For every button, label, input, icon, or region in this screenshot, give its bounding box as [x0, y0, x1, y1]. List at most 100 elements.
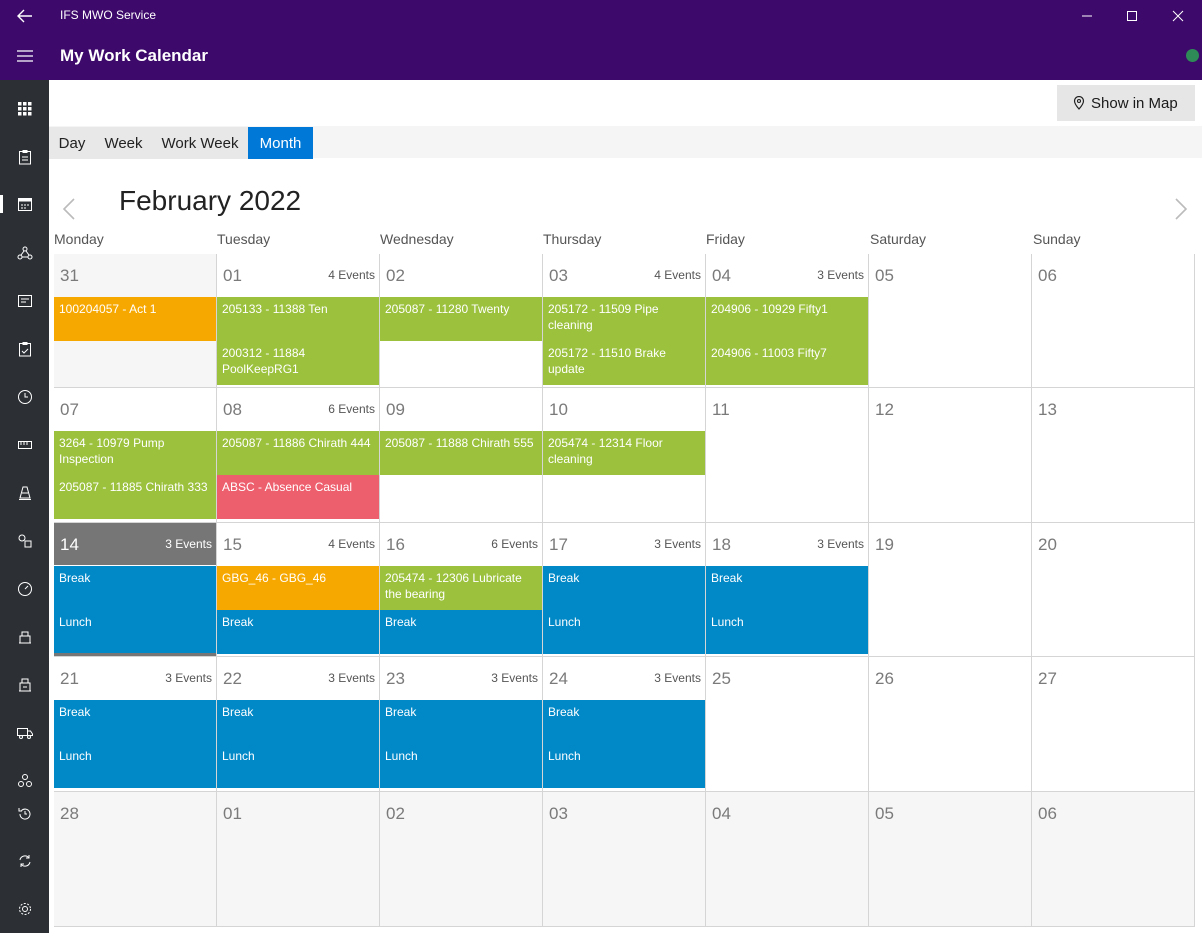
day-cell[interactable]: 01 4 Events 205133 - 11388 Ten 200312 - 118… — [217, 254, 380, 388]
sidebar-item-cone[interactable] — [0, 476, 49, 510]
calendar-event[interactable]: Break — [543, 700, 705, 744]
calendar-event[interactable]: Lunch — [543, 610, 705, 654]
day-cell[interactable]: 11 — [706, 388, 869, 523]
calendar-event[interactable]: Break — [217, 700, 379, 744]
event-count[interactable]: 3 Events — [328, 671, 375, 685]
day-cell[interactable]: 05 — [869, 254, 1032, 388]
day-cell[interactable]: 24 3 Events Break Lunch — [543, 657, 706, 792]
day-cell[interactable]: 17 3 Events Break Lunch — [543, 523, 706, 657]
event-count[interactable]: 3 Events — [654, 537, 701, 551]
event-count[interactable]: 6 Events — [491, 537, 538, 551]
day-cell[interactable]: 01 — [217, 792, 380, 927]
day-cell[interactable]: 28 — [54, 792, 217, 927]
back-arrow-icon[interactable] — [16, 7, 34, 25]
calendar-event[interactable]: 200312 - 11884 PoolKeepRG1 — [217, 341, 379, 385]
hamburger-menu-icon[interactable] — [16, 47, 34, 65]
day-cell[interactable]: 14 3 Events Break Lunch — [54, 523, 217, 657]
close-button[interactable] — [1155, 0, 1201, 32]
day-cell[interactable]: 08 6 Events 205087 - 11886 Chirath 444 ABSC… — [217, 388, 380, 523]
sidebar-item-gauge[interactable] — [0, 572, 49, 606]
calendar-event[interactable]: 205087 - 11885 Chirath 333 — [54, 475, 216, 519]
calendar-event[interactable]: 205087 - 11280 Twenty — [380, 297, 542, 341]
sidebar-item-checklist[interactable] — [0, 332, 49, 366]
next-month-icon[interactable] — [1172, 198, 1190, 220]
calendar-event[interactable]: 204906 - 10929 Fifty1 — [706, 297, 868, 341]
day-cell[interactable]: 15 4 Events GBG_46 - GBG_46 Break — [217, 523, 380, 657]
sidebar-item-clock[interactable] — [0, 380, 49, 414]
calendar-event[interactable]: Break — [54, 700, 216, 744]
sidebar-item-truck[interactable] — [0, 716, 49, 750]
event-count[interactable]: 3 Events — [491, 671, 538, 685]
day-cell[interactable]: 10 205474 - 12314 Floor cleaning — [543, 388, 706, 523]
previous-month-icon[interactable] — [60, 198, 78, 220]
calendar-event[interactable]: GBG_46 - GBG_46 — [217, 566, 379, 610]
calendar-event[interactable]: Break — [54, 566, 216, 610]
calendar-event[interactable]: 205087 - 11886 Chirath 444 — [217, 431, 379, 475]
sidebar-item-ruler[interactable] — [0, 428, 49, 462]
event-count[interactable]: 4 Events — [328, 537, 375, 551]
calendar-event[interactable]: 205474 - 12306 Lubricate the bearing — [380, 566, 542, 610]
day-cell[interactable]: 05 — [869, 792, 1032, 927]
sidebar-item-sync[interactable] — [0, 844, 49, 878]
calendar-event[interactable]: Break — [706, 566, 868, 610]
calendar-event[interactable]: 204906 - 11003 Fifty7 — [706, 341, 868, 385]
calendar-event[interactable]: 205474 - 12314 Floor cleaning — [543, 431, 705, 475]
calendar-event[interactable]: 100204057 - Act 1 — [54, 297, 216, 341]
day-cell[interactable]: 31 100204057 - Act 1 — [54, 254, 217, 388]
day-cell[interactable]: 06 — [1032, 254, 1195, 388]
day-cell[interactable]: 07 3264 - 10979 Pump Inspection 205087 - 1… — [54, 388, 217, 523]
show-in-map-button[interactable]: Show in Map — [1057, 85, 1195, 121]
day-cell[interactable]: 03 — [543, 792, 706, 927]
event-count[interactable]: 4 Events — [654, 268, 701, 282]
sidebar-item-history[interactable] — [0, 797, 49, 831]
calendar-event[interactable]: ABSC - Absence Casual — [217, 475, 379, 519]
calendar-event[interactable]: Lunch — [706, 610, 868, 654]
event-count[interactable]: 3 Events — [165, 671, 212, 685]
calendar-event[interactable]: Break — [543, 566, 705, 610]
calendar-event[interactable]: Lunch — [217, 744, 379, 788]
minimize-button[interactable] — [1064, 0, 1110, 32]
tab-month[interactable]: Month — [248, 127, 313, 159]
day-cell[interactable]: 27 — [1032, 657, 1195, 792]
event-count[interactable]: 3 Events — [817, 537, 864, 551]
calendar-event[interactable]: Lunch — [380, 744, 542, 788]
tab-week[interactable]: Week — [95, 127, 152, 159]
day-cell[interactable]: 18 3 Events Break Lunch — [706, 523, 869, 657]
day-cell[interactable]: 20 — [1032, 523, 1195, 657]
calendar-event[interactable]: Break — [380, 610, 542, 654]
calendar-event[interactable]: 205087 - 11888 Chirath 555 — [380, 431, 542, 475]
day-cell[interactable]: 02 205087 - 11280 Twenty — [380, 254, 543, 388]
day-cell[interactable]: 04 3 Events 204906 - 10929 Fifty1 204906 - … — [706, 254, 869, 388]
sidebar-item-settings[interactable] — [0, 892, 49, 926]
day-cell[interactable]: 06 — [1032, 792, 1195, 927]
calendar-event[interactable]: Lunch — [54, 610, 216, 654]
tab-day[interactable]: Day — [49, 127, 95, 159]
day-cell[interactable]: 02 — [380, 792, 543, 927]
day-cell[interactable]: 22 3 Events Break Lunch — [217, 657, 380, 792]
day-cell[interactable]: 03 4 Events 205172 - 11509 Pipe cleaning 20… — [543, 254, 706, 388]
calendar-event[interactable]: Break — [380, 700, 542, 744]
day-cell[interactable]: 25 — [706, 657, 869, 792]
calendar-event[interactable]: 205133 - 11388 Ten — [217, 297, 379, 341]
sidebar-item-network[interactable] — [0, 236, 49, 270]
day-cell[interactable]: 21 3 Events Break Lunch — [54, 657, 217, 792]
event-count[interactable]: 3 Events — [817, 268, 864, 282]
event-count[interactable]: 4 Events — [328, 268, 375, 282]
day-cell[interactable]: 09 205087 - 11888 Chirath 555 — [380, 388, 543, 523]
day-cell[interactable]: 19 — [869, 523, 1032, 657]
calendar-event[interactable]: Lunch — [54, 744, 216, 788]
calendar-event[interactable]: 205172 - 11509 Pipe cleaning — [543, 297, 705, 341]
event-count[interactable]: 3 Events — [654, 671, 701, 685]
sidebar-item-grid[interactable] — [0, 92, 49, 126]
day-cell[interactable]: 16 6 Events 205474 - 12306 Lubricate the b… — [380, 523, 543, 657]
calendar-event[interactable]: 205172 - 11510 Brake update — [543, 341, 705, 385]
calendar-event[interactable]: Break — [217, 610, 379, 654]
event-count[interactable]: 3 Events — [165, 537, 212, 551]
day-cell[interactable]: 12 — [869, 388, 1032, 523]
sidebar-item-boxes[interactable] — [0, 764, 49, 798]
day-cell[interactable]: 26 — [869, 657, 1032, 792]
sidebar-item-form[interactable] — [0, 284, 49, 318]
day-cell[interactable]: 23 3 Events Break Lunch — [380, 657, 543, 792]
tab-work-week[interactable]: Work Week — [152, 127, 248, 159]
sidebar-item-calendar[interactable] — [0, 187, 49, 221]
